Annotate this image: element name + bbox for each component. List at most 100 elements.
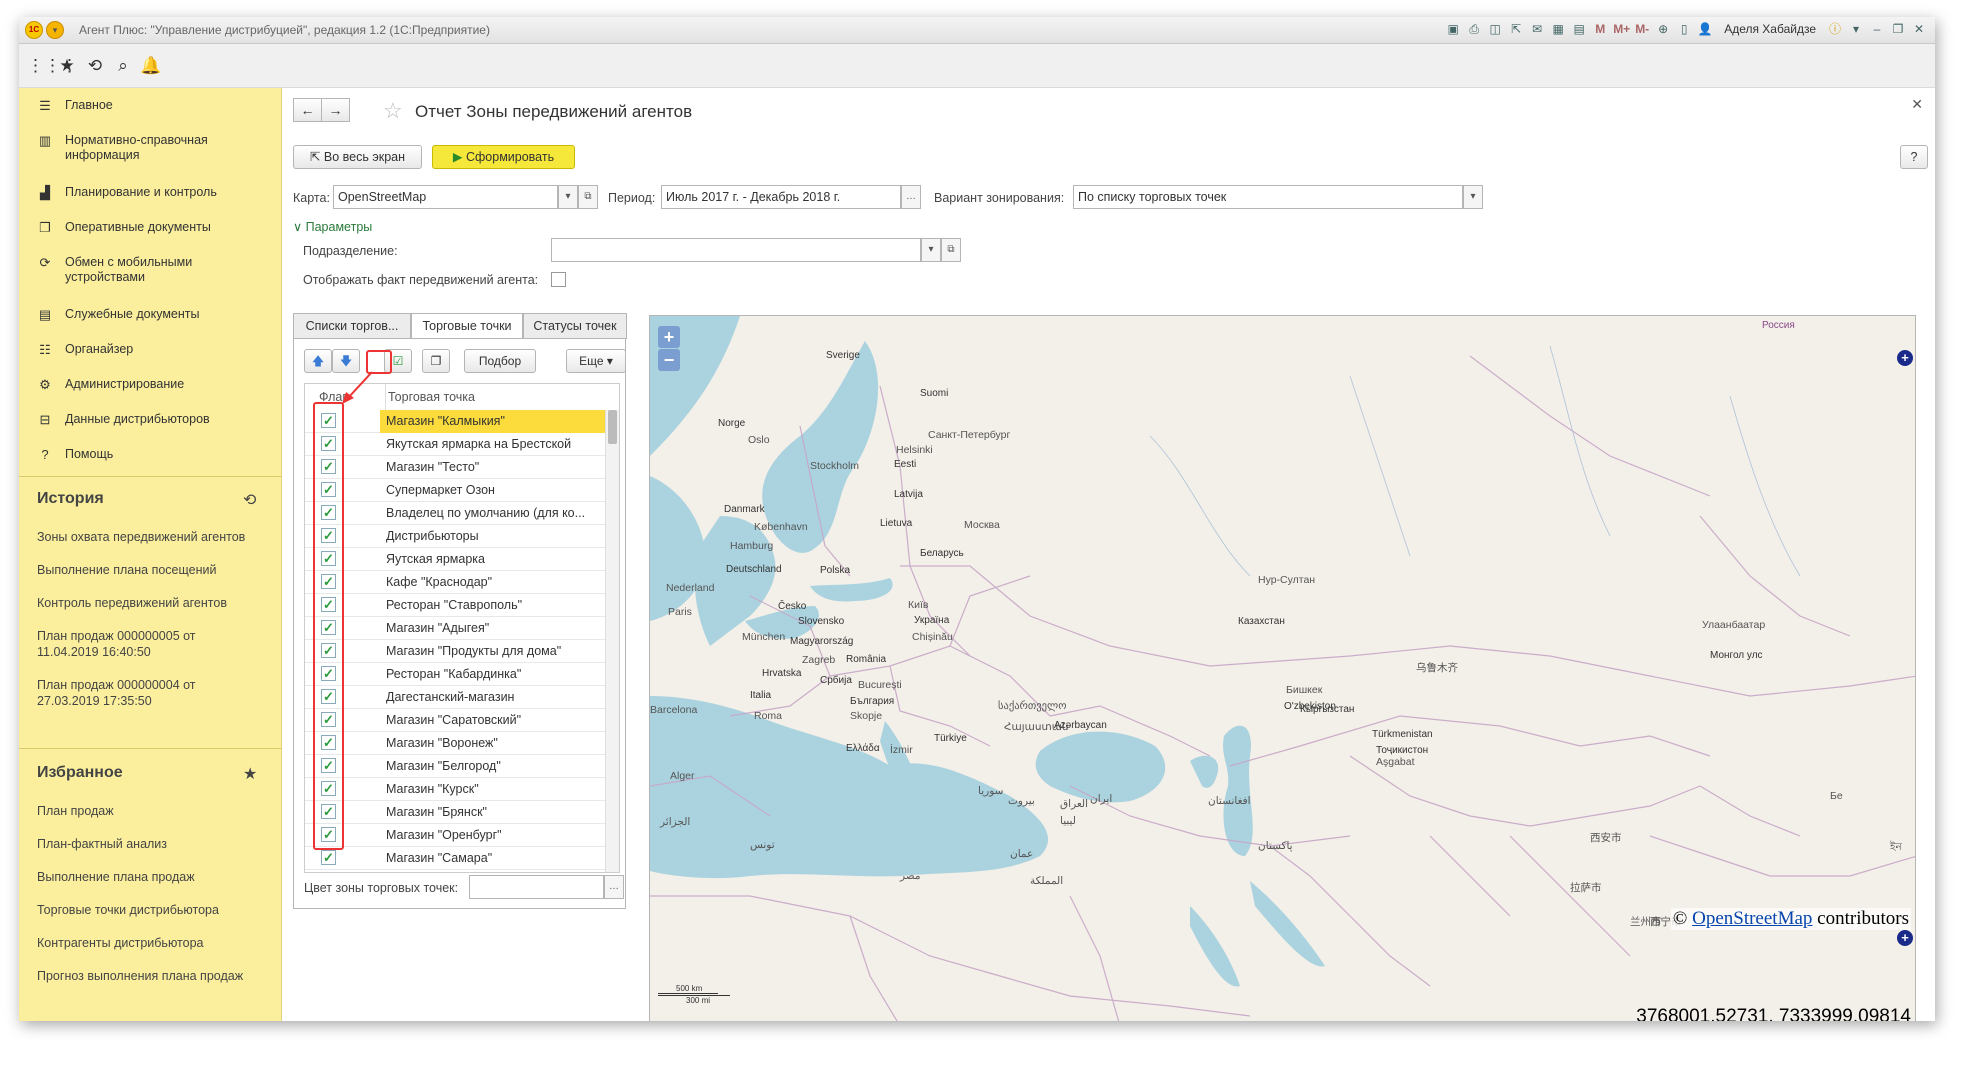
main-menu-icon[interactable]: ▾ bbox=[46, 21, 64, 39]
scroll-thumb[interactable] bbox=[608, 410, 617, 444]
sidebar-item-help[interactable]: ? Помощь bbox=[19, 447, 282, 462]
tab-lists[interactable]: Списки торгов... bbox=[293, 313, 411, 339]
table-row[interactable]: ✓ Магазин "Курск" bbox=[305, 778, 605, 801]
fullscreen-button[interactable]: ⇱ Во весь экран bbox=[293, 145, 422, 169]
info-icon[interactable]: ⓘ bbox=[1827, 21, 1843, 37]
sidebar-item-main[interactable]: ☰ Главное bbox=[19, 98, 282, 113]
favorite-link[interactable]: Выполнение плана продаж bbox=[37, 869, 277, 885]
sidebar-item-planning[interactable]: ▟ Планирование и контроль bbox=[19, 185, 282, 200]
zone-color-select-icon[interactable]: … bbox=[604, 875, 624, 899]
calendar-icon[interactable]: ▤ bbox=[1571, 21, 1587, 37]
more-button[interactable]: Еще ▾ bbox=[566, 349, 626, 373]
close-form-icon[interactable]: ✕ bbox=[1911, 96, 1923, 113]
favorite-link[interactable]: Торговые точки дистрибьютора bbox=[37, 902, 277, 918]
dropdown-icon[interactable]: ▾ bbox=[1848, 21, 1864, 37]
col-point-header[interactable]: Торговая точка bbox=[385, 384, 475, 410]
map-dropdown-icon[interactable]: ▾ bbox=[558, 185, 578, 209]
table-scrollbar[interactable] bbox=[605, 410, 619, 872]
table-row[interactable]: ✓ Магазин "Брянск" bbox=[305, 801, 605, 824]
pick-button[interactable]: Подбор bbox=[464, 349, 536, 373]
favorites-star-icon[interactable]: ★ bbox=[55, 54, 79, 78]
mail-icon[interactable]: ✉ bbox=[1529, 21, 1545, 37]
sidebar-item-distributor-data[interactable]: ⊟ Данные дистрибьюторов bbox=[19, 412, 282, 427]
table-row[interactable]: ✓ Ресторан "Кабардинка" bbox=[305, 663, 605, 686]
division-field[interactable] bbox=[551, 238, 921, 262]
table-row[interactable]: ✓ Яутская ярмарка bbox=[305, 548, 605, 571]
map-select[interactable]: OpenStreetMap bbox=[333, 185, 558, 209]
panel-icon[interactable]: ▯ bbox=[1676, 21, 1692, 37]
sidebar-item-mobile-exchange[interactable]: ⟳ Обмен с мобильными устройствами bbox=[19, 255, 282, 285]
show-fact-checkbox[interactable] bbox=[551, 272, 566, 287]
table-row[interactable]: ✓ Кафе "Краснодар" bbox=[305, 571, 605, 594]
osm-link[interactable]: OpenStreetMap bbox=[1692, 908, 1812, 929]
table-row[interactable]: ✓ Дагестанский-магазин bbox=[305, 686, 605, 709]
table-row[interactable]: ✓ Магазин "Воронеж" bbox=[305, 732, 605, 755]
map-open-icon[interactable]: ⧉ bbox=[578, 185, 598, 209]
table-row[interactable]: ✓ Дистрибьюторы bbox=[305, 525, 605, 548]
table-row[interactable]: ✓ Якутская ярмарка на Брестской bbox=[305, 433, 605, 456]
table-row[interactable]: ✓ Магазин "Тесто" bbox=[305, 456, 605, 479]
memory-m-icon[interactable]: M bbox=[1592, 21, 1608, 37]
restore-icon[interactable]: ❐ bbox=[1890, 21, 1906, 37]
bell-icon[interactable]: 🔔 bbox=[139, 54, 163, 78]
history-link[interactable]: Выполнение плана посещений bbox=[37, 562, 277, 578]
close-window-icon[interactable]: ✕ bbox=[1911, 21, 1927, 37]
help-button[interactable]: ? bbox=[1900, 145, 1928, 169]
save-icon[interactable]: ▣ bbox=[1445, 21, 1461, 37]
sidebar-item-admin[interactable]: ⚙ Администрирование bbox=[19, 377, 282, 392]
zoning-dropdown-icon[interactable]: ▾ bbox=[1463, 185, 1483, 209]
sidebar-item-operative[interactable]: ❐ Оперативные документы bbox=[19, 220, 282, 235]
memory-mminus-icon[interactable]: M- bbox=[1634, 21, 1650, 37]
table-row[interactable]: ✓ Магазин "Саратовский" bbox=[305, 709, 605, 732]
favorites-star-icon[interactable]: ★ bbox=[243, 764, 257, 784]
favorite-star-icon[interactable]: ☆ bbox=[383, 98, 403, 124]
link-icon[interactable]: ⇱ bbox=[1508, 21, 1524, 37]
tab-statuses[interactable]: Статусы точек bbox=[523, 313, 627, 339]
1c-logo-icon[interactable]: 1С bbox=[25, 21, 43, 39]
back-button[interactable]: ← bbox=[293, 98, 322, 122]
favorite-link[interactable]: План продаж bbox=[37, 803, 277, 819]
table-row[interactable]: ✓ Магазин "Продукты для дома" bbox=[305, 640, 605, 663]
layers-button[interactable]: + bbox=[1897, 350, 1913, 366]
table-row[interactable]: ✓ Магазин "Белгород" bbox=[305, 755, 605, 778]
memory-mplus-icon[interactable]: M+ bbox=[1613, 21, 1630, 37]
zoom-in-button[interactable]: + bbox=[658, 326, 680, 348]
table-row[interactable]: ✓ Магазин "Самара" bbox=[305, 847, 605, 870]
history-link[interactable]: План продаж 000000005 от 11.04.2019 16:4… bbox=[37, 628, 237, 660]
forward-button[interactable]: → bbox=[321, 98, 350, 122]
table-row[interactable]: ✓ Владелец по умолчанию (для ко... bbox=[305, 502, 605, 525]
preview-icon[interactable]: ◫ bbox=[1487, 21, 1503, 37]
user-name[interactable]: Аделя Хабайдзе bbox=[1724, 22, 1816, 36]
map-view[interactable]: + − + + Россия Sverige Suomi Norge Oslo Санкт… bbox=[649, 315, 1916, 1021]
print-icon[interactable]: ⎙ bbox=[1466, 21, 1482, 37]
sidebar-item-service-docs[interactable]: ▤ Служебные документы bbox=[19, 307, 282, 322]
table-row[interactable]: ✓ Магазин "Адыгея" bbox=[305, 617, 605, 640]
search-icon[interactable]: ⌕ bbox=[111, 54, 135, 78]
move-up-button[interactable]: 🡅 bbox=[304, 349, 332, 373]
params-toggle[interactable]: ∨ Параметры bbox=[293, 219, 372, 234]
division-dropdown-icon[interactable]: ▾ bbox=[921, 238, 941, 262]
calculator-icon[interactable]: ▦ bbox=[1550, 21, 1566, 37]
copy-button[interactable]: ❐ bbox=[422, 349, 450, 373]
table-row[interactable]: ✓ Супермаркет Озон bbox=[305, 479, 605, 502]
history-icon[interactable]: ⟲ bbox=[243, 490, 256, 510]
history-link[interactable]: Зоны охвата передвижений агентов bbox=[37, 529, 277, 545]
sidebar-item-reference[interactable]: ▥ Нормативно-справочная информация bbox=[19, 133, 282, 163]
table-row[interactable]: ✓ Ресторан "Ставрополь" bbox=[305, 594, 605, 617]
zoning-select[interactable]: По списку торговых точек bbox=[1073, 185, 1463, 209]
layers-button[interactable]: + bbox=[1897, 930, 1913, 946]
period-field[interactable]: Июль 2017 г. - Декабрь 2018 г. bbox=[661, 185, 901, 209]
history-link[interactable]: Контроль передвижений агентов bbox=[37, 595, 277, 611]
zoom-icon[interactable]: ⊕ bbox=[1655, 21, 1671, 37]
generate-button[interactable]: ▶ Сформировать bbox=[432, 145, 575, 169]
division-open-icon[interactable]: ⧉ bbox=[941, 238, 961, 262]
apps-grid-icon[interactable]: ⋮⋮⋮ bbox=[27, 54, 78, 78]
history-icon[interactable]: ⟲ bbox=[83, 54, 107, 78]
tab-trade-points[interactable]: Торговые точки bbox=[411, 313, 523, 340]
favorite-link[interactable]: План-фактный анализ bbox=[37, 836, 277, 852]
zone-color-field[interactable] bbox=[469, 875, 604, 899]
history-link[interactable]: План продаж 000000004 от 27.03.2019 17:3… bbox=[37, 677, 237, 709]
table-row[interactable]: ✓ Магазин "Оренбург" bbox=[305, 824, 605, 847]
table-row[interactable]: ✓ Магазин "Калмыкия" bbox=[305, 410, 605, 433]
favorite-link[interactable]: Контрагенты дистрибьютора bbox=[37, 935, 277, 951]
